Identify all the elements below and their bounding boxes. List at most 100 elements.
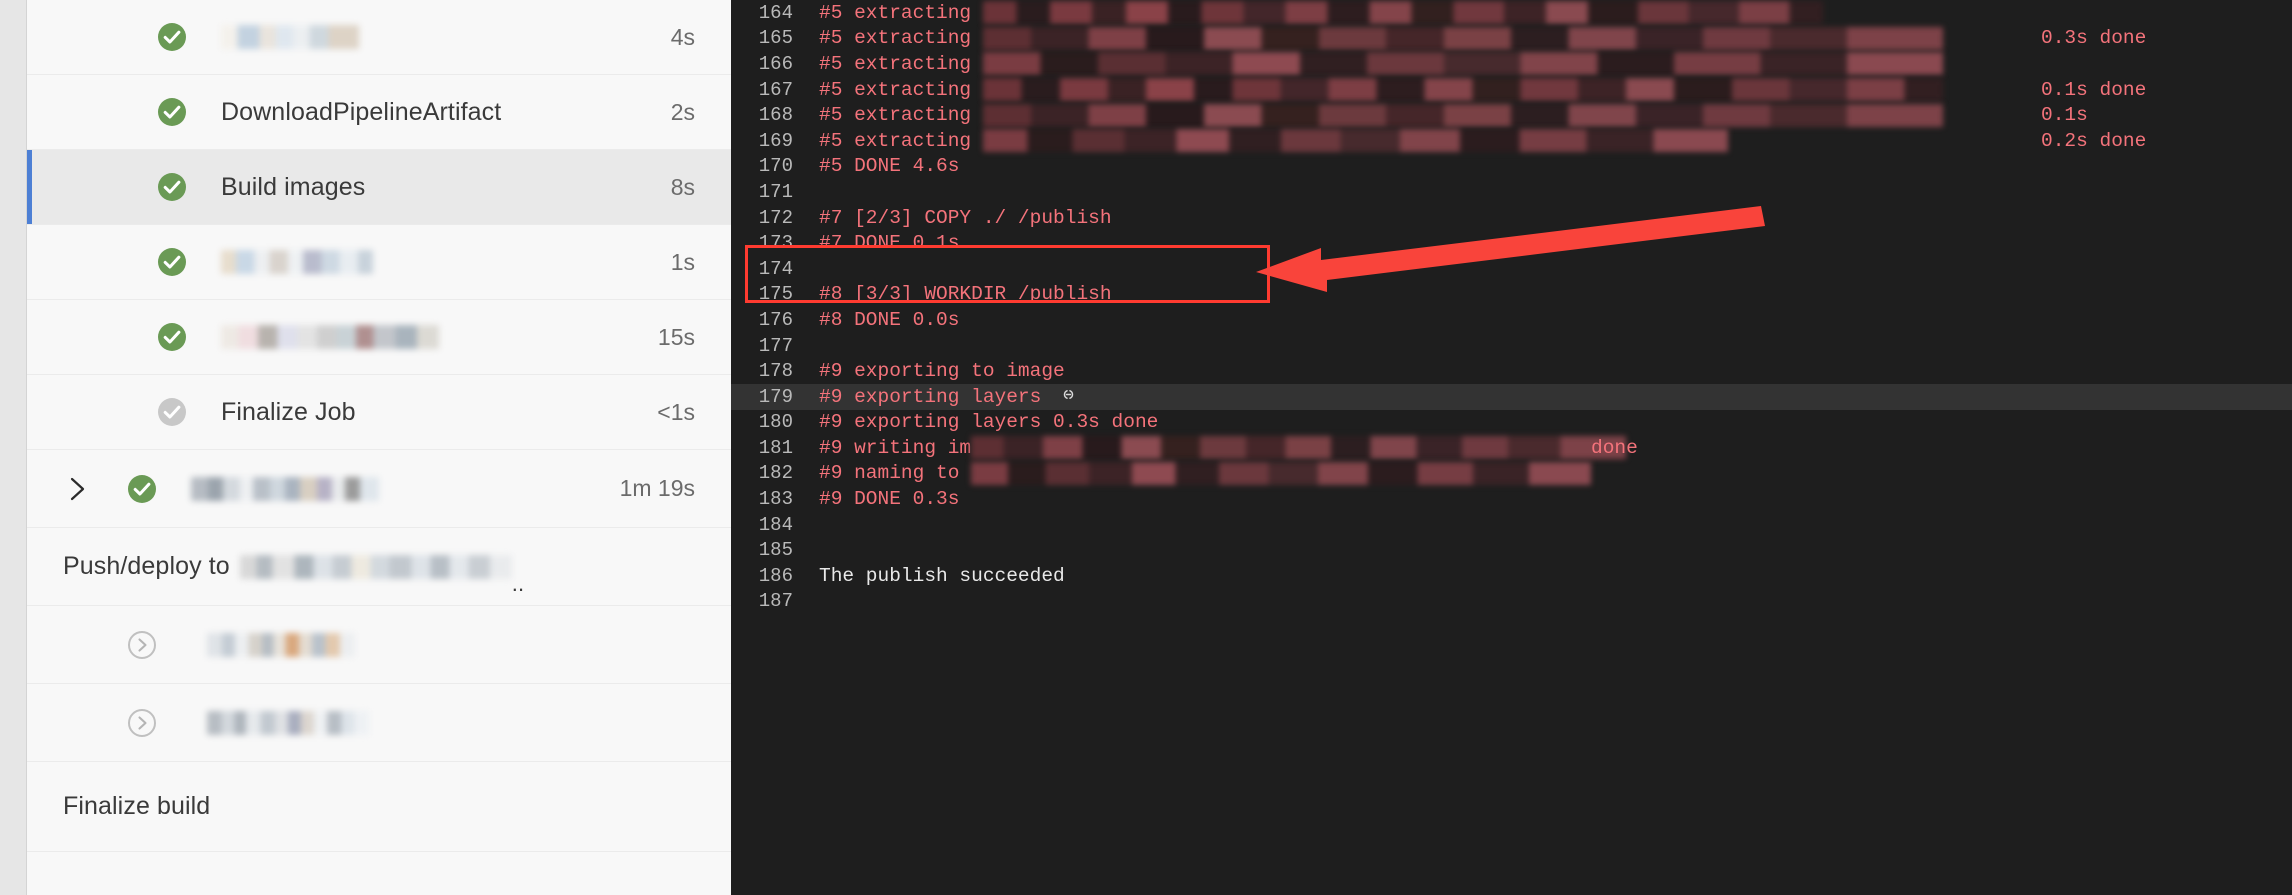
stage-row[interactable]: 1m 19s [27, 450, 731, 528]
collapsed-stage-row[interactable] [27, 606, 731, 684]
log-line-tail: 0.2s done [2041, 129, 2147, 152]
log-line[interactable]: 165 #5 extracting 0.3s done [731, 26, 2292, 52]
log-line-text: #5 extracting [819, 52, 983, 75]
log-lines-container: 164 #5 extracting 165 #5 extracting 0.3s d… [731, 0, 2292, 614]
log-line-text: The publish succeeded [819, 564, 1065, 587]
chevron-right-icon[interactable] [63, 474, 93, 504]
log-line-text: #5 extracting [819, 129, 983, 152]
redacted-text [207, 632, 355, 657]
partial-row[interactable] [27, 852, 731, 892]
stage-area-container: 1m 19s Push/deploy to.. Finalize build [27, 450, 731, 892]
redacted-text [221, 250, 373, 274]
log-line-number: 165 [758, 27, 793, 50]
log-line[interactable]: 167 #5 extracting 0.1s done [731, 77, 2292, 103]
log-line[interactable]: 176 #8 DONE 0.0s [731, 307, 2292, 333]
collapsed-stage-row[interactable] [27, 684, 731, 762]
log-line-text: #7 DONE 0.1s [819, 232, 960, 255]
task-duration: 8s [670, 173, 695, 200]
log-line[interactable]: 186 The publish succeeded [731, 563, 2292, 589]
log-line[interactable]: 183 #9 DONE 0.3s [731, 486, 2292, 512]
log-line-text: #5 extracting [819, 27, 983, 50]
finalize-build-label: Finalize build [63, 792, 211, 820]
log-line[interactable]: 169 #5 extracting 0.2s done [731, 128, 2292, 154]
success-check-icon [158, 173, 186, 201]
log-line-text: #9 exporting layers 0.3s done [819, 411, 1159, 434]
success-check-icon [158, 248, 186, 276]
task-list-sidebar[interactable]: 4s DownloadPipelineArtifact 2s Build images… [27, 0, 731, 895]
log-line[interactable]: 174 [731, 256, 2292, 282]
log-line-number: 186 [758, 564, 793, 587]
log-line[interactable]: 168 #5 extracting 0.1s [731, 102, 2292, 128]
redacted-text [221, 325, 439, 349]
permalink-icon[interactable] [1059, 385, 1078, 409]
finalize-build-row[interactable]: Finalize build [27, 762, 731, 852]
log-line-text: #9 DONE 0.3s [819, 488, 960, 511]
log-line[interactable]: 179 #9 exporting layers [731, 383, 2292, 410]
log-line-number: 183 [758, 488, 793, 511]
log-line-tail: 0.1s done [2041, 78, 2147, 101]
log-line-number: 181 [758, 436, 793, 459]
task-duration: <1s [657, 398, 695, 425]
task-row[interactable]: 15s [27, 300, 731, 375]
log-line-number: 175 [758, 283, 793, 306]
log-line-text: #9 exporting layers [819, 385, 1042, 408]
log-line-text: #5 extracting [819, 104, 983, 127]
log-line[interactable]: 182 #9 naming to [731, 461, 2292, 487]
task-row[interactable]: DownloadPipelineArtifact 2s [27, 75, 731, 150]
log-line[interactable]: 166 #5 extracting [731, 51, 2292, 77]
log-line-number: 170 [758, 155, 793, 178]
redacted-log-text [982, 103, 1943, 127]
redacted-text [207, 710, 369, 735]
log-output-pane[interactable]: 164 #5 extracting 165 #5 extracting 0.3s d… [731, 0, 2292, 895]
log-line-number: 176 [758, 308, 793, 331]
pending-check-icon [158, 398, 186, 426]
task-row[interactable]: 1s [27, 225, 731, 300]
log-line[interactable]: 184 [731, 512, 2292, 538]
success-check-icon [158, 323, 186, 351]
log-line[interactable]: 178 #9 exporting to image [731, 358, 2292, 384]
redacted-text [191, 476, 379, 501]
redacted-text [221, 25, 359, 49]
log-line[interactable]: 170 #5 DONE 4.6s [731, 154, 2292, 180]
log-line-text: #9 exporting to image [819, 360, 1065, 383]
log-line[interactable]: 187 [731, 589, 2292, 615]
log-line-text: #8 [3/3] WORKDIR /publish [819, 283, 1112, 306]
log-line-number: 172 [758, 206, 793, 229]
log-line-number: 185 [758, 539, 793, 562]
log-line-number: 168 [758, 104, 793, 127]
task-row[interactable]: Build images 8s [27, 150, 731, 225]
log-line[interactable]: 180 #9 exporting layers 0.3s done [731, 410, 2292, 436]
log-line-number: 164 [758, 1, 793, 24]
redacted-log-text [971, 461, 1592, 485]
task-row[interactable]: 4s [27, 0, 731, 75]
task-row[interactable]: Finalize Job <1s [27, 375, 731, 450]
log-line[interactable]: 175 #8 [3/3] WORKDIR /publish [731, 282, 2292, 308]
task-duration: 1s [670, 248, 695, 275]
log-line[interactable]: 173 #7 DONE 0.1s [731, 230, 2292, 256]
circle-chevron-right-icon[interactable] [127, 708, 157, 738]
circle-chevron-right-icon[interactable] [127, 630, 157, 660]
task-duration: 15s [657, 323, 695, 350]
log-line-number: 173 [758, 232, 793, 255]
log-line[interactable]: 181 #9 writing im done [731, 435, 2292, 461]
log-line-text: #5 extracting [819, 78, 983, 101]
log-line-tail: 0.3s done [2041, 27, 2147, 50]
log-line[interactable]: 171 [731, 179, 2292, 205]
log-line-number: 174 [758, 257, 793, 280]
task-rows-container: 4s DownloadPipelineArtifact 2s Build images… [27, 0, 731, 450]
task-label: Finalize Job [221, 397, 356, 426]
log-line-tail: done [1591, 436, 1638, 459]
log-line-text: #8 DONE 0.0s [819, 308, 960, 331]
left-gutter [0, 0, 26, 895]
group-header-row[interactable]: Push/deploy to.. [27, 528, 731, 606]
log-line-number: 166 [758, 52, 793, 75]
log-line[interactable]: 185 [731, 537, 2292, 563]
log-line[interactable]: 164 #5 extracting [731, 0, 2292, 26]
task-label: Build images [221, 172, 366, 201]
selection-indicator [27, 150, 32, 224]
redacted-log-text [982, 26, 1943, 50]
log-line[interactable]: 172 #7 [2/3] COPY ./ /publish [731, 205, 2292, 231]
log-line[interactable]: 177 [731, 333, 2292, 359]
redacted-log-text [982, 1, 1823, 25]
success-check-icon [158, 23, 186, 51]
